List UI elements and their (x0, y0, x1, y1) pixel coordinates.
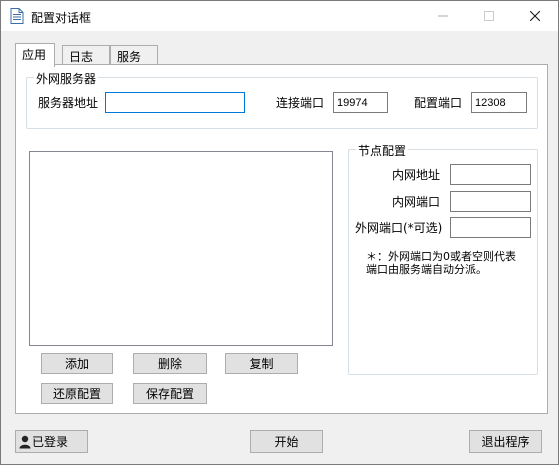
maximize-icon (484, 11, 494, 21)
minimize-icon (438, 15, 448, 17)
server-address-label: 服务器地址 (38, 96, 99, 110)
minimize-button[interactable] (420, 1, 466, 31)
node-list[interactable] (29, 151, 333, 346)
restore-config-button[interactable]: 还原配置 (41, 383, 113, 404)
close-icon (530, 11, 540, 21)
tab-panel-app: 外网服务器 服务器地址 连接端口 配置端口 节点配置 内网地址 内网端口 外网端… (15, 64, 548, 414)
inner-port-input[interactable] (450, 191, 531, 212)
exit-button[interactable]: 退出程序 (469, 430, 542, 453)
add-button[interactable]: 添加 (41, 353, 113, 374)
document-icon (10, 8, 24, 24)
external-port-input[interactable] (450, 217, 531, 238)
external-server-group-title: 外网服务器 (34, 70, 99, 87)
login-status-button[interactable]: 已登录 (15, 430, 88, 453)
title-bar: 配置对话框 (1, 1, 558, 31)
maximize-button[interactable] (466, 1, 512, 31)
save-config-button[interactable]: 保存配置 (133, 383, 207, 404)
tab-service[interactable]: 服务 (110, 45, 158, 66)
connect-port-label: 连接端口 (276, 96, 325, 110)
user-icon (19, 435, 31, 448)
server-address-input[interactable] (105, 92, 245, 113)
external-port-label: 外网端口(*可选) (355, 221, 443, 235)
node-config-group-title: 节点配置 (356, 142, 409, 159)
inner-port-label: 内网端口 (392, 195, 441, 209)
login-status-label: 已登录 (32, 435, 69, 449)
config-port-label: 配置端口 (414, 96, 463, 110)
config-dialog-window: 配置对话框 应用 日志 服务 外网服务器 服务器地址 连接端口 配置端口 节点配… (0, 0, 559, 465)
close-button[interactable] (512, 1, 558, 31)
inner-address-input[interactable] (450, 164, 531, 185)
inner-address-label: 内网地址 (392, 168, 441, 182)
start-button[interactable]: 开始 (250, 430, 323, 453)
tab-log[interactable]: 日志 (62, 45, 110, 66)
external-port-hint: ＊：外网端口为0或者空则代表端口由服务端自动分派。 (366, 250, 516, 276)
connect-port-input[interactable] (333, 92, 388, 113)
copy-button[interactable]: 复制 (225, 353, 298, 374)
delete-button[interactable]: 删除 (133, 353, 207, 374)
config-port-input[interactable] (471, 92, 527, 113)
window-title: 配置对话框 (31, 11, 92, 25)
tab-app[interactable]: 应用 (15, 43, 55, 67)
